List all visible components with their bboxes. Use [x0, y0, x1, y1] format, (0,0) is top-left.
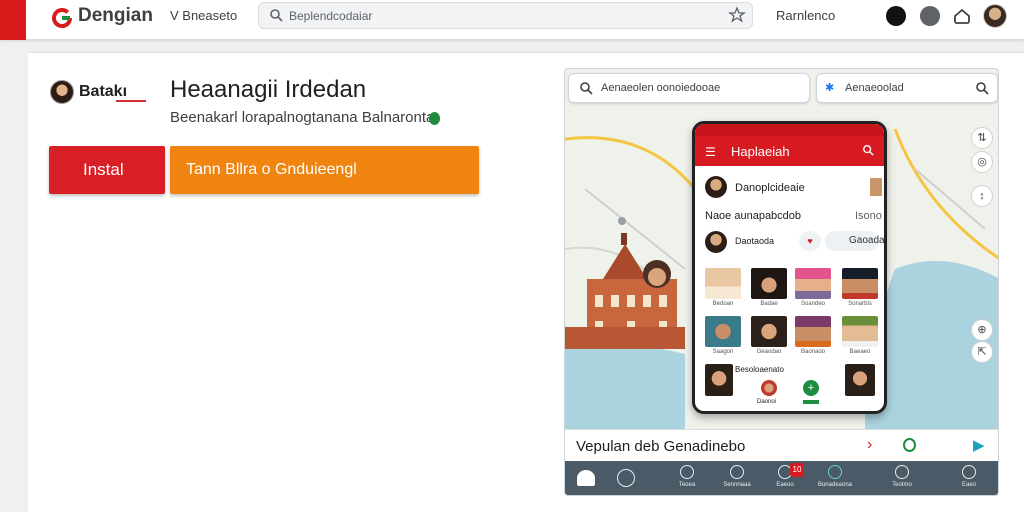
profile-caption: Soandeo [800, 301, 826, 307]
top-app-bar: Dengian V Bneaseto Beplendcodaiar Rarnle… [0, 0, 1024, 40]
add-icon[interactable]: + [803, 380, 819, 396]
nav-icon [680, 465, 694, 479]
top-link[interactable]: Rarnlenco [776, 8, 835, 23]
nav-item[interactable]: Teotmo [880, 465, 924, 488]
profile-caption: Sonarbis [848, 301, 872, 307]
info-icon[interactable] [920, 6, 940, 26]
verified-icon [429, 112, 440, 125]
install-button[interactable]: Instal [49, 146, 165, 194]
home-icon[interactable] [577, 470, 595, 486]
home-icon[interactable] [952, 6, 972, 26]
page-title: Heaanagii Irdedan [170, 76, 367, 103]
profile-caption: Badae [760, 301, 778, 307]
profile-caption: Geaodao [756, 349, 782, 355]
nav-item[interactable]: Teoea [665, 465, 709, 488]
nav-item-label: Eaeo [961, 482, 976, 488]
profile-caption: Saagon [712, 349, 734, 355]
brand-strip [0, 0, 26, 40]
secondary-action-button[interactable]: Tann Bllra o Gnduieengl [170, 146, 479, 194]
avatar [705, 176, 727, 198]
profile-caption: Baonaoo [800, 349, 826, 355]
profile-photo[interactable] [795, 268, 831, 299]
app-name-underline [116, 100, 146, 102]
nav-item-label: Eaeoo [776, 482, 794, 488]
preview-caption-title: Vepulan deb Genadinebo [576, 438, 746, 455]
category-dropdown[interactable]: V Bneaseto [170, 8, 237, 23]
preview-bottom-nav: Teoea Sennnaaa Eaeoo 10 Bonadeaona Teotm… [565, 461, 998, 495]
phone-mockup: ☰ Haplaeiah Danoplcideaie Naoe aunapabcd… [692, 121, 887, 414]
map-compass-icon[interactable]: ↕ [971, 185, 993, 207]
phone-section-count: Isono [855, 210, 882, 222]
app-short-name: Batakı [79, 83, 128, 100]
phone-filter-pill[interactable]: Gaoadap [825, 231, 884, 251]
nav-icon [828, 465, 842, 479]
profile-photo[interactable] [842, 268, 878, 299]
notification-badge: 10 [790, 463, 804, 477]
account-icon[interactable] [886, 6, 906, 26]
app-avatar [50, 80, 74, 104]
phone-row-name[interactable]: Daotaoda [735, 236, 774, 246]
nav-item-label: Teotmo [892, 482, 912, 488]
search-icon[interactable] [862, 144, 874, 156]
map-zoom-icon[interactable]: ⊕ [971, 319, 993, 341]
profile-photo[interactable] [845, 364, 875, 396]
profile-photo[interactable] [751, 316, 787, 347]
heart-icon[interactable]: ♥ [799, 231, 821, 251]
star-icon[interactable] [728, 6, 746, 24]
profile-caption: Baeaeo [849, 349, 871, 355]
profile-photo[interactable] [842, 316, 878, 347]
clock-icon[interactable] [617, 469, 635, 487]
nav-item[interactable]: Bonadeaona [813, 465, 857, 488]
user-avatar[interactable] [983, 4, 1007, 28]
nav-item-label: Teoea [678, 482, 696, 488]
profile-photo[interactable] [795, 316, 831, 347]
phone-row-name[interactable]: Danoplcideaie [735, 182, 805, 194]
phone-row-caption: Daonoi [757, 399, 777, 405]
chevron-right-icon[interactable]: › [867, 436, 872, 454]
menu-icon[interactable]: ☰ [705, 145, 716, 159]
preview-bottom-bar: Vepulan deb Genadinebo › ▶ [565, 429, 998, 461]
nav-item-label: Sennnaaa [723, 482, 751, 488]
map-search-field[interactable]: Aenaeolen oonoiedooae [568, 73, 810, 103]
top-search-field[interactable]: Beplendcodaiar [258, 2, 753, 29]
play-icon[interactable]: ▶ [973, 436, 985, 454]
status-ring-icon[interactable] [903, 438, 916, 452]
profile-photo[interactable] [705, 268, 741, 299]
add-underline [803, 400, 819, 404]
developer-line[interactable]: Beenakarl lorapalnogtanana Balnaronta [170, 109, 434, 126]
avatar[interactable] [761, 380, 777, 396]
brand-name: Dengian [78, 5, 153, 26]
brand-logo-icon[interactable] [50, 6, 74, 30]
profile-photo[interactable] [705, 316, 741, 347]
app-preview-screenshot[interactable]: Aenaeolen oonoiedooae ✱ Aenaeoolad ⇅ ◎ ↕… [564, 68, 999, 496]
map-location-text: Aenaeoolad [845, 82, 904, 94]
phone-app-header: ☰ Haplaeiah [695, 136, 884, 166]
phone-row-label: Besoloaenato [735, 365, 784, 374]
map-layers-icon[interactable]: ⇅ [971, 127, 993, 149]
nav-item[interactable]: Eaeo [947, 465, 991, 488]
map-locate-icon[interactable]: ◎ [971, 151, 993, 173]
nav-item-label: Bonadeaona [817, 482, 853, 488]
map-location-field[interactable]: ✱ Aenaeoolad [816, 73, 998, 103]
nav-icon [895, 465, 909, 479]
map-expand-icon[interactable]: ⇱ [971, 341, 993, 363]
phone-status-bar [695, 124, 884, 136]
location-icon: ✱ [825, 82, 835, 94]
nav-icon [730, 465, 744, 479]
search-icon [580, 82, 593, 95]
search-placeholder: Beplendcodaiar [289, 9, 373, 23]
avatar [705, 231, 727, 253]
phone-section-label: Naoe aunapabcdob [705, 210, 802, 222]
profile-caption: Bedoan [712, 301, 734, 307]
profile-photo[interactable] [705, 364, 733, 396]
nav-item[interactable]: Sennnaaa [715, 465, 759, 488]
profile-photo[interactable] [751, 268, 787, 299]
phone-app-title: Haplaeiah [731, 144, 790, 159]
map-search-text: Aenaeolen oonoiedooae [601, 82, 721, 94]
search-icon [976, 82, 989, 95]
nav-icon [962, 465, 976, 479]
search-icon [270, 9, 283, 22]
phone-row-thumb [870, 178, 882, 196]
